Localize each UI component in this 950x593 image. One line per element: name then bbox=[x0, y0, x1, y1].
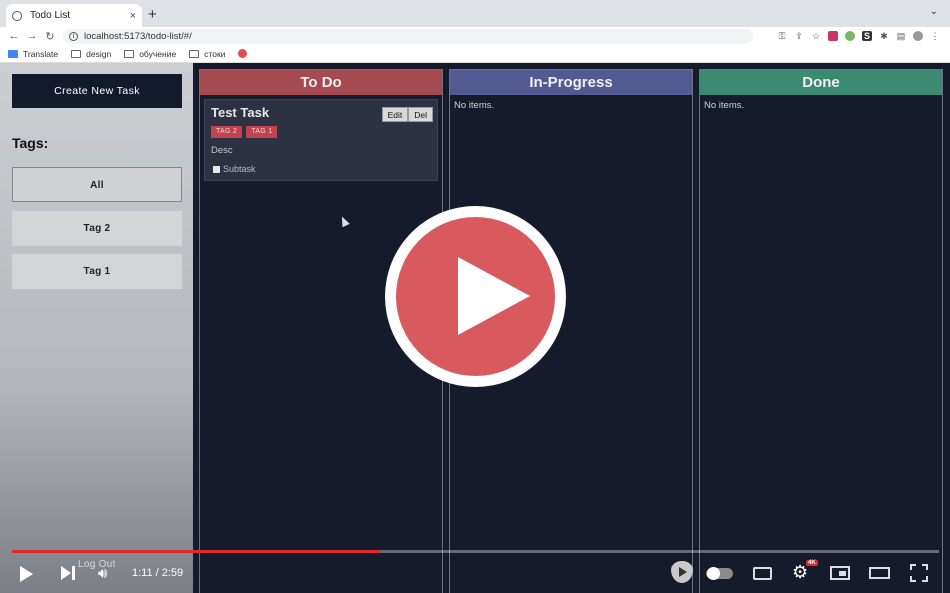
sidebar: Create New Task Tags: All Tag 2 Tag 1 bbox=[0, 63, 193, 593]
tags-heading: Tags: bbox=[12, 135, 49, 151]
task-tags: TAG 2 TAG 1 bbox=[211, 126, 281, 138]
folder-icon bbox=[189, 49, 200, 58]
tag-badge: TAG 1 bbox=[246, 126, 278, 138]
edit-button[interactable]: Edit bbox=[381, 107, 409, 122]
play-icon bbox=[458, 257, 530, 335]
subtitles-icon[interactable] bbox=[753, 567, 772, 580]
reload-button[interactable]: ↻ bbox=[41, 30, 59, 43]
column-title: In-Progress bbox=[450, 70, 692, 95]
bookmarks-bar: Translate design обучение стоки bbox=[0, 45, 950, 63]
column-done: Done No items. bbox=[699, 69, 943, 593]
bookmark-folder-design[interactable]: design bbox=[71, 49, 111, 59]
sidepanel-icon[interactable]: ▤ bbox=[896, 31, 906, 41]
extension-icon[interactable]: S bbox=[862, 31, 872, 41]
miniplayer-icon[interactable] bbox=[830, 566, 850, 580]
key-icon[interactable]: ⚿ bbox=[777, 31, 787, 41]
delete-button[interactable]: Del bbox=[408, 107, 433, 122]
quality-badge: 4K bbox=[806, 560, 818, 566]
info-icon[interactable]: i bbox=[69, 31, 78, 41]
autoplay-toggle[interactable] bbox=[706, 567, 733, 580]
star-icon[interactable]: ☆ bbox=[811, 31, 821, 41]
new-tab-button[interactable]: + bbox=[148, 6, 157, 23]
tab-search-icon[interactable]: ⌄ bbox=[930, 6, 938, 17]
empty-message: No items. bbox=[704, 100, 745, 111]
play-circle bbox=[396, 217, 555, 376]
bookmark-folder-learning[interactable]: обучение bbox=[124, 49, 176, 59]
profile-avatar[interactable] bbox=[913, 31, 923, 41]
column-title: Done bbox=[700, 70, 942, 95]
menu-icon[interactable]: ⋮ bbox=[930, 31, 940, 41]
bookmark-label: стоки bbox=[204, 48, 226, 59]
channel-logo-icon[interactable] bbox=[671, 561, 693, 583]
bookmark-label: обучение bbox=[139, 48, 177, 59]
column-title: To Do bbox=[200, 70, 442, 95]
tab-title: Todo List bbox=[30, 10, 71, 21]
video-progress-fill bbox=[12, 550, 381, 553]
bookmark-label: design bbox=[86, 48, 112, 59]
url-text: localhost:5173/todo-list/#/ bbox=[84, 30, 192, 42]
task-description: Desc bbox=[211, 145, 233, 156]
browser-toolbar: ← → ↻ i localhost:5173/todo-list/#/ ⚿ ⇪ … bbox=[0, 27, 950, 45]
bookmark-app[interactable] bbox=[238, 49, 252, 58]
subtask-label: Subtask bbox=[223, 164, 256, 174]
browser-tabstrip: Todo List × + ⌄ bbox=[0, 0, 950, 27]
app-viewport: Create New Task Tags: All Tag 2 Tag 1 To… bbox=[0, 63, 950, 593]
folder-icon bbox=[124, 49, 135, 58]
empty-message: No items. bbox=[454, 100, 495, 111]
translate-icon bbox=[8, 49, 18, 58]
create-task-button[interactable]: Create New Task bbox=[12, 74, 182, 108]
bookmark-translate[interactable]: Translate bbox=[8, 49, 58, 59]
forward-button[interactable]: → bbox=[23, 30, 41, 42]
address-bar[interactable]: i localhost:5173/todo-list/#/ bbox=[63, 28, 753, 44]
tag-badge: TAG 2 bbox=[211, 126, 243, 138]
bookmark-label: Translate bbox=[23, 48, 59, 59]
extension-icon[interactable] bbox=[845, 31, 855, 41]
extension-icon[interactable] bbox=[828, 31, 838, 41]
video-time: 1:11 / 2:59 bbox=[132, 567, 184, 579]
subtask-checkbox[interactable] bbox=[213, 165, 220, 173]
bookmark-folder-stocks[interactable]: стоки bbox=[189, 49, 225, 59]
tag-filter-tag-1[interactable]: Tag 1 bbox=[12, 254, 182, 289]
fullscreen-icon[interactable] bbox=[910, 564, 928, 582]
tag-filter-tag-2[interactable]: Tag 2 bbox=[12, 211, 182, 246]
task-title: Test Task bbox=[211, 105, 270, 120]
volume-icon[interactable]: 🔊︎ bbox=[98, 565, 107, 582]
play-icon[interactable] bbox=[20, 566, 33, 582]
task-card[interactable]: Test Task Edit Del TAG 2 TAG 1 Desc Subt… bbox=[204, 99, 438, 181]
share-icon[interactable]: ⇪ bbox=[794, 31, 804, 41]
subtask-item[interactable]: Subtask bbox=[213, 164, 256, 174]
browser-tab[interactable]: Todo List × bbox=[6, 4, 142, 27]
folder-icon bbox=[71, 49, 82, 58]
globe-icon bbox=[12, 10, 22, 21]
back-button[interactable]: ← bbox=[5, 30, 23, 42]
tab-close-icon[interactable]: × bbox=[130, 10, 136, 22]
toolbar-icons: ⚿ ⇪ ☆ S ✱ ▤ ⋮ bbox=[770, 31, 950, 41]
video-progress-bar[interactable] bbox=[12, 550, 939, 553]
tag-filter-all[interactable]: All bbox=[12, 167, 182, 202]
puzzle-icon[interactable]: ✱ bbox=[879, 31, 889, 41]
video-play-button[interactable] bbox=[385, 206, 566, 387]
video-controls: 🔊︎ 1:11 / 2:59 ⚙ 4K bbox=[0, 558, 950, 590]
task-actions: Edit Del bbox=[381, 107, 433, 122]
app-icon bbox=[238, 49, 248, 58]
theater-mode-icon[interactable] bbox=[869, 567, 890, 579]
